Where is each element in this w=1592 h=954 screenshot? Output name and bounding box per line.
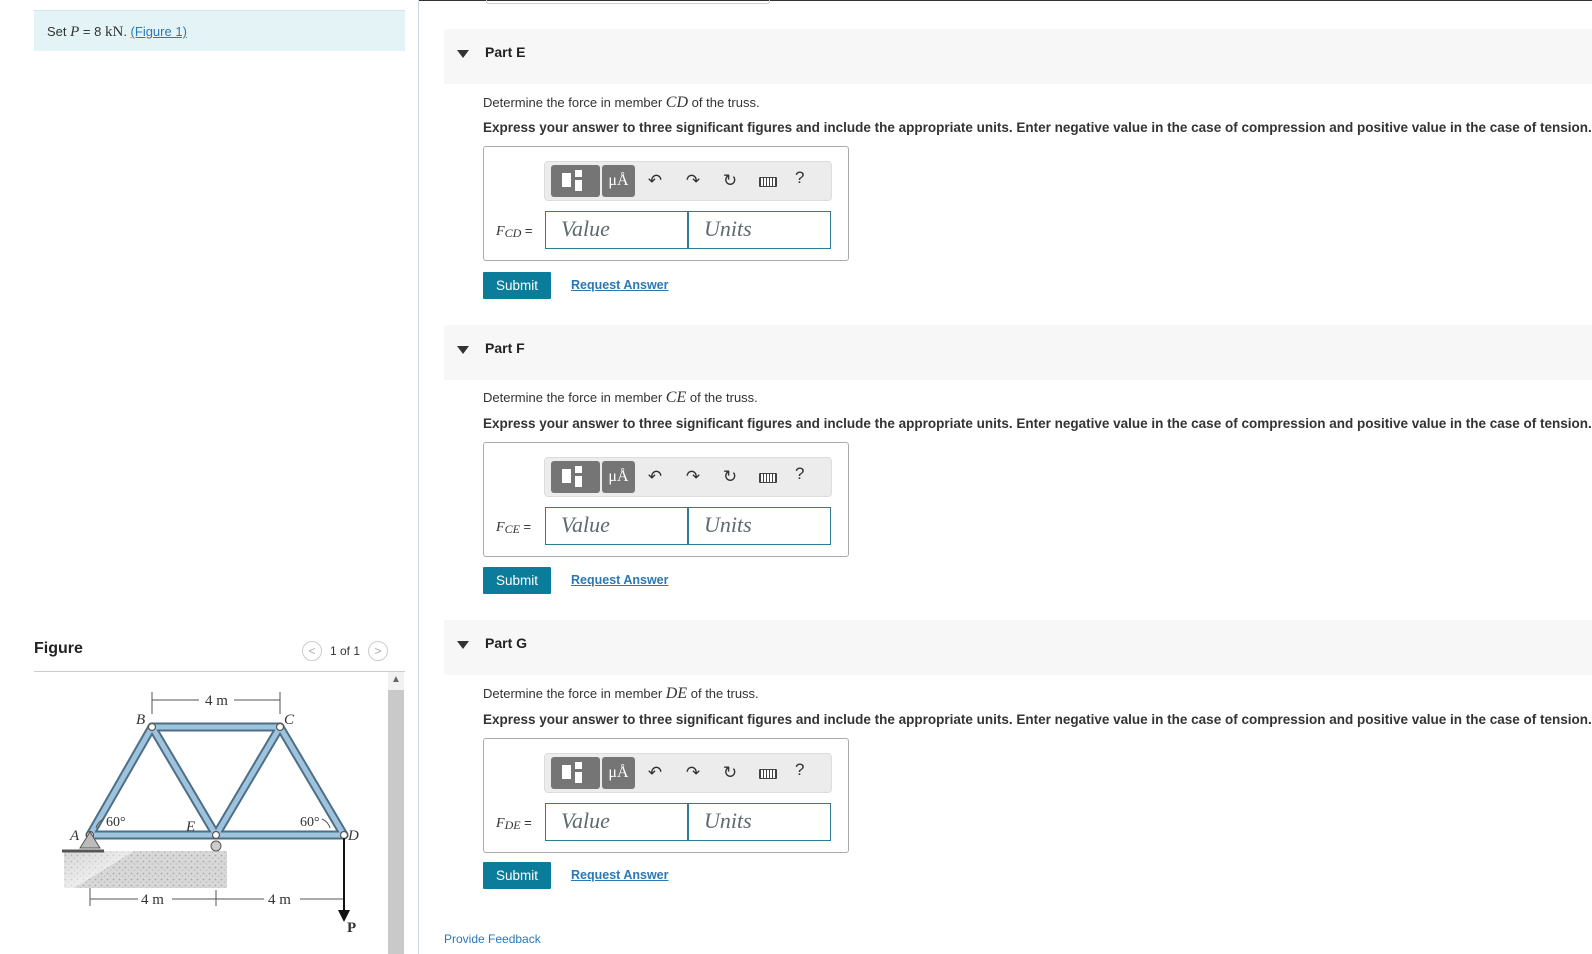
label-C: C: [284, 712, 295, 728]
figure-pager: < 1 of 1 >: [302, 640, 389, 662]
units-input[interactable]: Units: [688, 211, 831, 249]
figure-page-count: 1 of 1: [330, 644, 361, 658]
help-icon[interactable]: ?: [795, 168, 804, 188]
label-P: P: [347, 920, 356, 936]
part-g-question: Determine the force in member DE of the …: [483, 685, 759, 702]
answer-label: FDE =: [496, 815, 532, 832]
part-g-instruction: Express your answer to three significant…: [483, 712, 1592, 727]
part-f-answer-box: μÅ ↶ ↷ ↻ ? FCE = Value Units: [483, 442, 849, 557]
label-E: E: [185, 819, 195, 835]
answer-label: FCD =: [496, 223, 533, 240]
value-input[interactable]: Value: [545, 803, 688, 841]
column-divider: [418, 0, 419, 954]
request-answer-link[interactable]: Request Answer: [571, 278, 668, 292]
reset-icon[interactable]: ↻: [718, 760, 742, 786]
units-input[interactable]: Units: [688, 803, 831, 841]
templates-icon[interactable]: [551, 461, 600, 493]
prev-figure-button[interactable]: <: [302, 641, 322, 661]
units-symbols-button[interactable]: μÅ: [602, 461, 635, 493]
undo-icon[interactable]: ↶: [643, 760, 667, 786]
dim-right: 4 m: [268, 892, 291, 908]
dim-top: 4 m: [205, 693, 228, 709]
problem-statement: Set P = 8 kN. (Figure 1): [34, 10, 405, 51]
redo-icon[interactable]: ↷: [681, 760, 705, 786]
part-e-instruction: Express your answer to three significant…: [483, 120, 1592, 135]
angle-right: 60°: [300, 815, 320, 830]
part-e-answer-box: μÅ ↶ ↷ ↻ ? FCD = Value Units: [483, 146, 849, 261]
reset-icon[interactable]: ↻: [718, 464, 742, 490]
label-D: D: [347, 828, 359, 844]
value-input[interactable]: Value: [545, 211, 688, 249]
submit-button[interactable]: Submit: [483, 862, 551, 889]
units-input[interactable]: Units: [688, 507, 831, 545]
keyboard-icon[interactable]: [759, 473, 777, 483]
part-e-question: Determine the force in member CD of the …: [483, 94, 760, 111]
math-toolbar: μÅ ↶ ↷ ↻ ?: [544, 161, 832, 201]
next-figure-button[interactable]: >: [368, 641, 389, 661]
submit-button[interactable]: Submit: [483, 272, 551, 299]
submit-button[interactable]: Submit: [483, 567, 551, 594]
truss-figure: A B C D E P 4 m 4 m 4 m 60° 60°: [62, 692, 359, 936]
request-answer-link[interactable]: Request Answer: [571, 868, 668, 882]
reset-icon[interactable]: ↻: [718, 168, 742, 194]
part-f-instruction: Express your answer to three significant…: [483, 416, 1592, 431]
part-f-question: Determine the force in member CE of the …: [483, 389, 758, 406]
answer-label: FCE =: [496, 519, 532, 536]
scroll-up-icon[interactable]: ▲: [388, 672, 404, 688]
collapse-triangle-icon[interactable]: [457, 346, 469, 354]
units-symbols-button[interactable]: μÅ: [602, 757, 635, 789]
math-toolbar: μÅ ↶ ↷ ↻ ?: [544, 753, 832, 793]
roller-support: [210, 840, 222, 852]
figure-link[interactable]: (Figure 1): [131, 24, 187, 39]
part-f-header[interactable]: Part F: [444, 325, 1592, 380]
previous-answer-box-edge: [486, 0, 770, 4]
request-answer-link[interactable]: Request Answer: [571, 573, 668, 587]
provide-feedback-link[interactable]: Provide Feedback: [444, 932, 541, 946]
label-B: B: [136, 712, 145, 728]
part-g-header[interactable]: Part G: [444, 620, 1592, 675]
part-e-header[interactable]: Part E: [444, 29, 1592, 84]
math-toolbar: μÅ ↶ ↷ ↻ ?: [544, 457, 832, 497]
collapse-triangle-icon[interactable]: [457, 641, 469, 649]
undo-icon[interactable]: ↶: [643, 464, 667, 490]
templates-icon[interactable]: [551, 165, 600, 197]
keyboard-icon[interactable]: [759, 177, 777, 187]
templates-icon[interactable]: [551, 757, 600, 789]
dim-left: 4 m: [141, 892, 164, 908]
part-g-answer-box: μÅ ↶ ↷ ↻ ? FDE = Value Units: [483, 738, 849, 853]
angle-left: 60°: [106, 815, 126, 830]
units-symbols-button[interactable]: μÅ: [602, 165, 635, 197]
figure-title: Figure: [34, 640, 83, 657]
undo-icon[interactable]: ↶: [643, 168, 667, 194]
help-icon[interactable]: ?: [795, 464, 804, 484]
value-input[interactable]: Value: [545, 507, 688, 545]
help-icon[interactable]: ?: [795, 760, 804, 780]
redo-icon[interactable]: ↷: [681, 464, 705, 490]
collapse-triangle-icon[interactable]: [457, 50, 469, 58]
label-A: A: [69, 828, 80, 844]
figure-scrollbar[interactable]: ▲: [388, 672, 404, 954]
scrollbar-thumb[interactable]: [388, 690, 404, 954]
keyboard-icon[interactable]: [759, 769, 777, 779]
redo-icon[interactable]: ↷: [681, 168, 705, 194]
